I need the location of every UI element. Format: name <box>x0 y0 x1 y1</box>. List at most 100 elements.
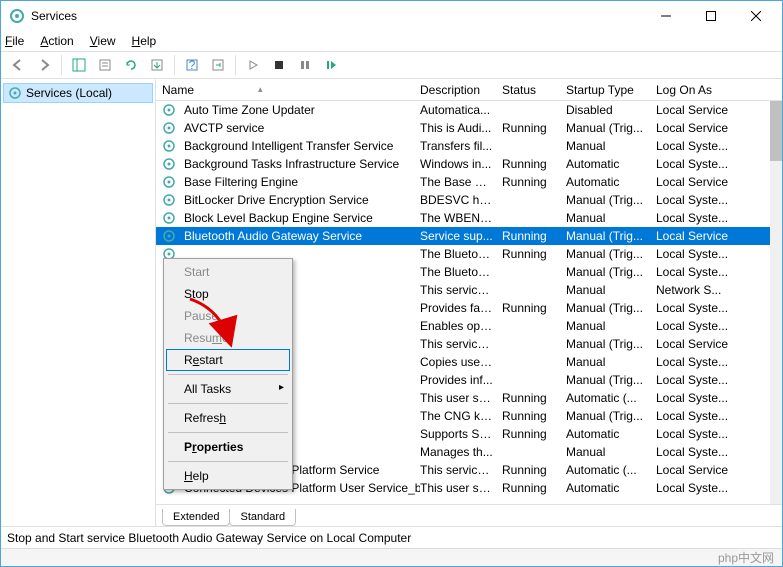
tree-services-local[interactable]: Services (Local) <box>3 83 153 103</box>
minimize-button[interactable] <box>643 2 688 30</box>
svg-text:?: ? <box>189 58 196 72</box>
ctx-stop[interactable]: Stop <box>166 283 290 305</box>
service-row[interactable]: Background Intelligent Transfer ServiceT… <box>156 137 770 155</box>
service-status: Running <box>502 409 566 423</box>
service-row[interactable]: Auto Time Zone UpdaterAutomatica...Disab… <box>156 101 770 119</box>
service-desc: This service ... <box>420 337 502 351</box>
menu-view[interactable]: View <box>90 34 116 48</box>
service-desc: Supports Sy... <box>420 427 502 441</box>
service-startup: Manual (Trig... <box>566 229 656 243</box>
ctx-help[interactable]: Help <box>166 465 290 487</box>
service-startup: Manual <box>566 283 656 297</box>
menu-file[interactable]: File <box>5 34 24 48</box>
service-row[interactable]: BitLocker Drive Encryption ServiceBDESVC… <box>156 191 770 209</box>
app-icon <box>9 8 25 24</box>
window-title: Services <box>31 9 643 23</box>
service-startup: Manual <box>566 211 656 225</box>
tab-standard[interactable]: Standard <box>229 509 296 526</box>
service-logon: Local Syste... <box>656 445 746 459</box>
service-row[interactable]: Block Level Backup Engine Service The WBE… <box>156 209 770 227</box>
service-desc: The Bluetoo... <box>420 265 502 279</box>
service-desc: Windows in... <box>420 157 502 171</box>
service-desc: Enables opti... <box>420 319 502 333</box>
close-button[interactable] <box>733 2 778 30</box>
col-logon[interactable]: Log On As <box>656 83 746 97</box>
service-desc: Provides inf... <box>420 373 502 387</box>
service-startup: Automatic <box>566 427 656 441</box>
restart-service-button[interactable] <box>320 54 342 76</box>
service-desc: The WBENG... <box>420 211 502 225</box>
menu-help[interactable]: Help <box>132 34 157 48</box>
service-logon: Local Syste... <box>656 247 746 261</box>
service-startup: Manual (Trig... <box>566 373 656 387</box>
service-row[interactable]: Bluetooth Audio Gateway ServiceService s… <box>156 227 770 245</box>
service-startup: Manual (Trig... <box>566 409 656 423</box>
sort-indicator-icon: ▴ <box>258 84 263 95</box>
action-button[interactable] <box>207 54 229 76</box>
ctx-resume: Resume <box>166 327 290 349</box>
service-status: Running <box>502 427 566 441</box>
tree-label: Services (Local) <box>26 86 112 100</box>
service-logon: Local Syste... <box>656 481 746 495</box>
vertical-scrollbar[interactable] <box>770 101 782 504</box>
service-row[interactable]: AVCTP serviceThis is Audi...RunningManua… <box>156 119 770 137</box>
help-button[interactable]: ? <box>181 54 203 76</box>
service-desc: The Bluetoo... <box>420 247 502 261</box>
maximize-button[interactable] <box>688 2 733 30</box>
start-service-button[interactable] <box>242 54 264 76</box>
service-startup: Automatic <box>566 157 656 171</box>
service-startup: Manual (Trig... <box>566 247 656 261</box>
menu-action[interactable]: Action <box>40 34 73 48</box>
context-menu: Start Stop Pause Resume Restart All Task… <box>163 258 293 490</box>
col-description[interactable]: Description <box>420 83 502 97</box>
scroll-thumb[interactable] <box>770 101 782 161</box>
back-button[interactable] <box>7 54 29 76</box>
service-desc: Manages th... <box>420 445 502 459</box>
service-row[interactable]: Background Tasks Infrastructure ServiceW… <box>156 155 770 173</box>
stop-service-button[interactable] <box>268 54 290 76</box>
service-name: Block Level Backup Engine Service <box>184 211 373 225</box>
service-status: Running <box>502 247 566 261</box>
service-status: Running <box>502 301 566 315</box>
service-logon: Local Syste... <box>656 193 746 207</box>
window-buttons <box>643 2 778 30</box>
export-button[interactable] <box>146 54 168 76</box>
service-logon: Local Service <box>656 175 746 189</box>
service-logon: Local Syste... <box>656 139 746 153</box>
tree-pane: Services (Local) <box>1 79 156 526</box>
tab-extended[interactable]: Extended <box>162 509 230 526</box>
ctx-restart[interactable]: Restart <box>166 349 290 371</box>
titlebar: Services <box>1 1 782 31</box>
service-logon: Local Syste... <box>656 427 746 441</box>
service-startup: Manual (Trig... <box>566 193 656 207</box>
service-desc: Transfers fil... <box>420 139 502 153</box>
service-logon: Local Service <box>656 337 746 351</box>
forward-button[interactable] <box>33 54 55 76</box>
service-startup: Automatic <box>566 175 656 189</box>
properties-button[interactable] <box>94 54 116 76</box>
ctx-properties[interactable]: Properties <box>166 436 290 458</box>
service-logon: Local Service <box>656 463 746 477</box>
pause-service-button[interactable] <box>294 54 316 76</box>
service-status: Running <box>502 391 566 405</box>
service-row[interactable]: Base Filtering EngineThe Base Fil...Runn… <box>156 173 770 191</box>
show-hide-tree-button[interactable] <box>68 54 90 76</box>
service-desc: This is Audi... <box>420 121 502 135</box>
service-name: Auto Time Zone Updater <box>184 103 315 117</box>
service-startup: Manual <box>566 319 656 333</box>
gear-icon <box>162 193 176 207</box>
service-logon: Local Syste... <box>656 373 746 387</box>
col-startup[interactable]: Startup Type <box>566 83 656 97</box>
service-status: Running <box>502 175 566 189</box>
col-status[interactable]: Status <box>502 83 566 97</box>
col-name[interactable]: Name▴ <box>162 83 420 97</box>
refresh-button[interactable] <box>120 54 142 76</box>
watermark-text: php中文网 <box>718 549 774 566</box>
service-startup: Manual (Trig... <box>566 121 656 135</box>
service-logon: Network S... <box>656 283 746 297</box>
ctx-refresh[interactable]: Refresh <box>166 407 290 429</box>
body: Services (Local) Name▴ Description Statu… <box>1 79 782 526</box>
ctx-all-tasks[interactable]: All Tasks▸ <box>166 378 290 400</box>
service-status: Running <box>502 121 566 135</box>
service-desc: This service ... <box>420 463 502 477</box>
